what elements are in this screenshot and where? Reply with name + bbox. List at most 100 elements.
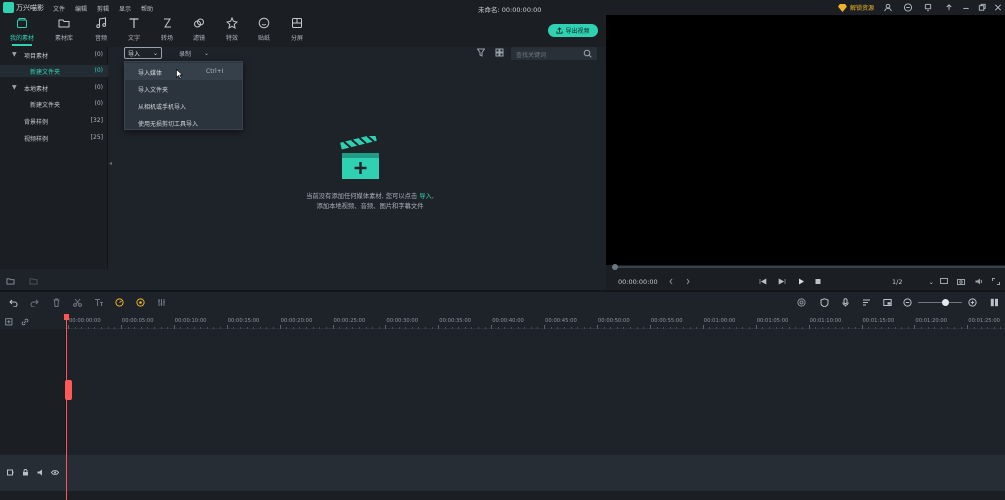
display-settings-icon[interactable] — [940, 278, 948, 285]
funnel-icon[interactable] — [477, 48, 485, 57]
mark-out-icon[interactable] — [684, 278, 692, 285]
text-edit-icon[interactable] — [94, 298, 103, 307]
preview-quality-select[interactable]: 1/2 ⌄ — [892, 278, 934, 286]
speed-icon[interactable] — [115, 298, 124, 307]
delete-folder-icon[interactable] — [29, 277, 38, 285]
tree-item-background-samples[interactable]: 背景样例 [32] — [0, 115, 108, 127]
tab-sticker[interactable]: 贴纸 — [248, 15, 280, 45]
undo-icon[interactable] — [9, 298, 18, 307]
tree-item-video-samples[interactable]: 视频样例 [25] — [0, 132, 108, 144]
notification-icon[interactable] — [903, 3, 913, 12]
menu-file[interactable]: 文件 — [53, 4, 65, 13]
record-dropdown[interactable]: 录制 ⌄ — [176, 47, 212, 59]
empty-state-line-2: 添加本地视频、音频、图片和字幕文件 — [316, 203, 424, 210]
zoom-slider-track[interactable] — [918, 302, 962, 303]
audio-track[interactable] — [66, 455, 1005, 491]
preview-scrub-track[interactable] — [614, 266, 1005, 268]
tree-item-project-media[interactable]: ▼ 项目素材 (0) — [0, 49, 108, 61]
tab-transition[interactable]: 转场 — [151, 15, 183, 45]
chevron-down-icon: ⌄ — [928, 278, 934, 286]
restore-icon[interactable] — [977, 3, 987, 12]
ruler-label: 00:01:25:00 — [968, 318, 1000, 324]
timeline-scrollbar[interactable] — [0, 491, 1005, 500]
tab-text[interactable]: 文字 — [118, 15, 150, 45]
video-track-area[interactable] — [0, 329, 1005, 454]
zoom-in-icon[interactable] — [968, 298, 977, 307]
microphone-icon[interactable] — [841, 298, 850, 307]
account-icon[interactable] — [883, 3, 893, 12]
ruler-label: 00:01:10:00 — [809, 318, 842, 324]
picture-in-picture-icon[interactable] — [883, 298, 892, 307]
menu-item-import-media[interactable]: 导入媒体 Ctrl+I — [125, 63, 242, 80]
zoom-out-icon[interactable] — [903, 298, 912, 307]
preview-scrub-knob[interactable] — [612, 264, 618, 270]
empty-state-punct: , — [431, 193, 434, 200]
import-dropdown[interactable]: 导入 ⌄ — [124, 47, 162, 59]
menu-item-import-folder[interactable]: 导入文件夹 — [125, 80, 242, 97]
tree-item-new-folder[interactable]: 新建文件夹 (0) — [0, 98, 108, 110]
menu-clip[interactable]: 剪辑 — [97, 4, 109, 13]
link-icon[interactable] — [21, 318, 29, 326]
tab-media-library[interactable]: 素材库 — [48, 15, 80, 45]
import-link[interactable]: 导入 — [419, 193, 432, 200]
ruler-label: 00:00:50:00 — [598, 318, 630, 324]
playhead-marker[interactable] — [64, 314, 69, 320]
shield-icon[interactable] — [820, 298, 829, 307]
next-frame-icon[interactable] — [778, 278, 786, 285]
menu-view[interactable]: 显示 — [119, 4, 131, 13]
clapperboard-icon — [340, 136, 379, 179]
redo-icon[interactable] — [30, 298, 39, 307]
menu-item-label: 导入媒体 — [138, 70, 163, 77]
new-folder-icon[interactable] — [6, 277, 15, 285]
timeline-layout-icon[interactable] — [990, 298, 999, 307]
expand-arrow-icon[interactable]: ▼ — [12, 84, 17, 91]
search-icon[interactable] — [583, 49, 592, 58]
menu-item-import-from-camera[interactable]: 从相机或手机导入 — [125, 97, 242, 114]
tab-my-media[interactable]: 我的素材 — [6, 15, 38, 46]
menu-item-label: 导入文件夹 — [138, 87, 169, 94]
export-video-button[interactable]: 导出视频 — [548, 24, 598, 37]
unlock-resources-button[interactable]: 解锁资源 — [838, 3, 874, 12]
expand-arrow-icon[interactable]: ▼ — [12, 51, 17, 58]
stop-icon[interactable] — [814, 278, 822, 285]
fullscreen-icon[interactable] — [992, 278, 1000, 285]
lock-icon[interactable] — [22, 469, 29, 476]
close-icon[interactable] — [993, 3, 1003, 12]
audio-mixer-icon[interactable] — [157, 298, 166, 307]
zoom-slider-knob[interactable] — [942, 299, 949, 306]
speaker-icon[interactable] — [37, 469, 45, 476]
tab-effects[interactable]: 特效 — [216, 15, 248, 45]
tree-item-count: (0) — [94, 100, 104, 107]
upload-icon[interactable] — [944, 3, 954, 12]
mark-in-icon[interactable] — [667, 278, 675, 285]
menu-item-import-lossless[interactable]: 使用无损剪切工具导入 — [125, 114, 242, 131]
add-track-icon[interactable] — [5, 318, 13, 326]
tab-audio[interactable]: 音频 — [85, 15, 117, 45]
eye-icon[interactable] — [51, 469, 59, 476]
tab-split-screen[interactable]: 分屏 — [281, 15, 313, 45]
previous-frame-icon[interactable] — [759, 278, 767, 285]
tab-filter[interactable]: 滤镜 — [183, 15, 215, 45]
search-box[interactable]: 查找关键词 — [511, 47, 597, 60]
minimize-icon[interactable] — [961, 3, 971, 12]
audio-track-header — [0, 455, 66, 491]
menu-help[interactable]: 帮助 — [141, 4, 153, 13]
tree-item-new-folder-selected[interactable]: 新建文件夹 (0) — [0, 65, 108, 77]
menu-edit[interactable]: 编辑 — [75, 4, 87, 13]
cut-icon[interactable] — [73, 298, 82, 307]
snapshot-icon[interactable] — [957, 278, 965, 285]
tree-item-local-media[interactable]: ▼ 本地素材 (0) — [0, 82, 108, 94]
voiceover-icon[interactable] — [862, 298, 871, 307]
playhead-drag-handle[interactable] — [65, 380, 72, 400]
playhead[interactable] — [66, 314, 67, 500]
message-icon[interactable] — [923, 3, 933, 12]
volume-icon[interactable] — [975, 278, 983, 285]
play-icon[interactable] — [797, 278, 805, 285]
collapse-panel-handle[interactable]: ◂ — [109, 160, 115, 172]
ruler-label: 00:00:35:00 — [439, 318, 471, 324]
render-preview-icon[interactable] — [797, 298, 806, 307]
delete-icon[interactable] — [52, 298, 61, 307]
color-correction-icon[interactable] — [136, 298, 145, 307]
grid-view-icon[interactable] — [495, 48, 504, 57]
tab-label: 特效 — [225, 35, 238, 42]
